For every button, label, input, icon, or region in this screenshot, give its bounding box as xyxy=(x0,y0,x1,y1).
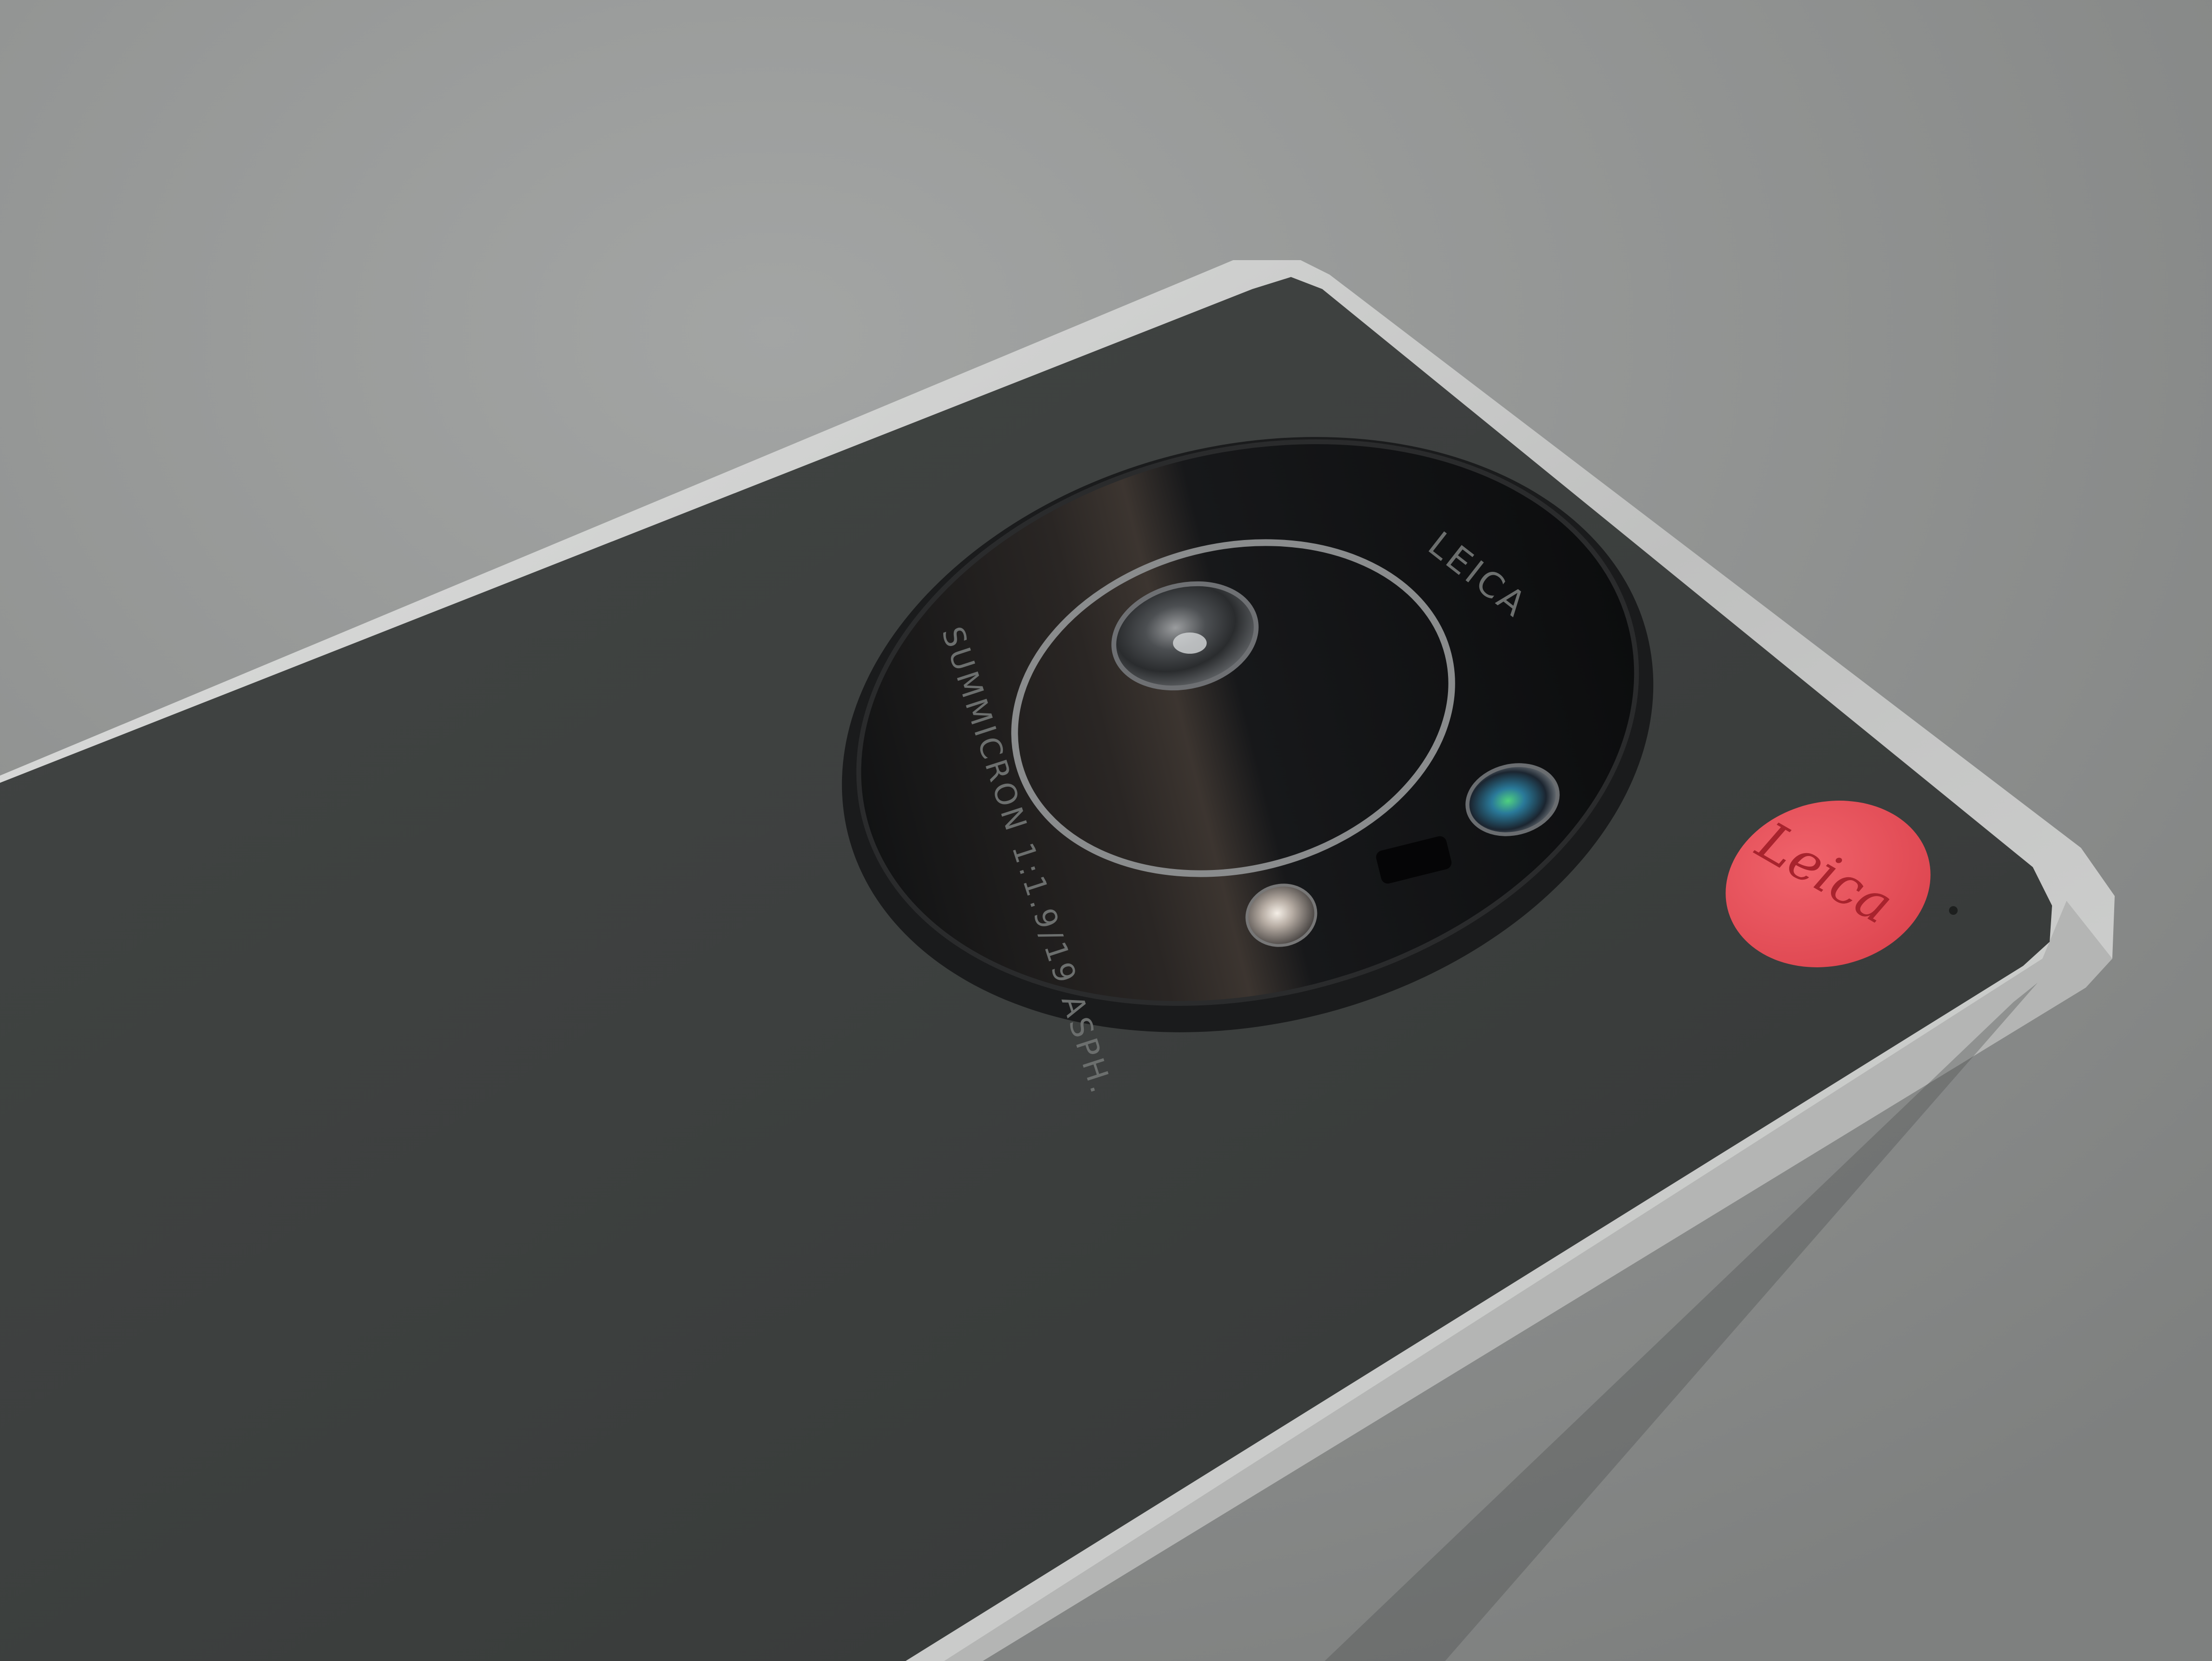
photo-scene: LEICA SUMMICRON 1:1.9/19 ASPH. Leica xyxy=(0,0,2212,1661)
photo-canvas: LEICA SUMMICRON 1:1.9/19 ASPH. Leica xyxy=(0,0,2212,1661)
mic-hole xyxy=(1949,906,1958,915)
